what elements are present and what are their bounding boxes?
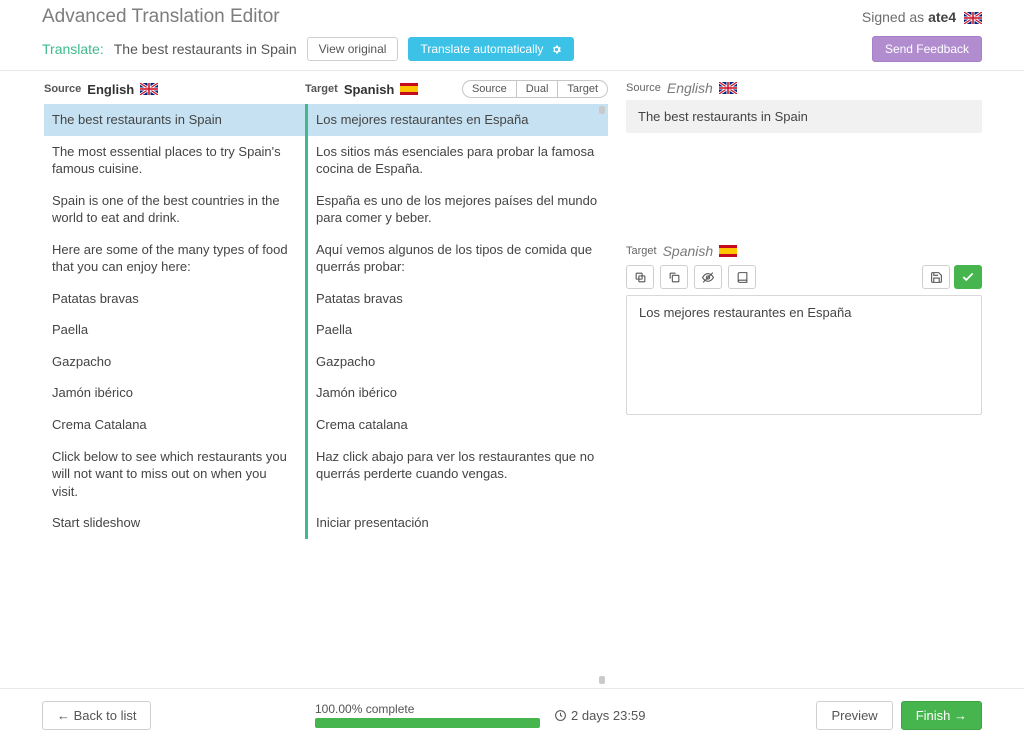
segment-row[interactable]: Start slideshowIniciar presentación [44, 507, 608, 539]
segment-target: España es uno de los mejores países del … [308, 185, 608, 234]
segment-source: Spain is one of the best countries in th… [44, 185, 305, 234]
detail-target-lang: Spanish [663, 243, 714, 259]
view-mode-source[interactable]: Source [463, 81, 516, 97]
segment-row[interactable]: GazpachoGazpacho [44, 346, 608, 378]
view-original-button[interactable]: View original [307, 37, 399, 61]
glossary-button[interactable] [728, 265, 756, 289]
accept-button[interactable] [954, 265, 982, 289]
segment-target: Crema catalana [308, 409, 608, 441]
source-label: Source [44, 83, 81, 95]
save-button[interactable] [922, 265, 950, 289]
target-translation-input[interactable] [626, 295, 982, 415]
segment-target: Patatas bravas [308, 283, 608, 315]
send-feedback-button[interactable]: Send Feedback [872, 36, 982, 62]
flag-spain-icon [719, 245, 737, 257]
segment-row[interactable]: Click below to see which restaurants you… [44, 441, 608, 508]
segment-target: Iniciar presentación [308, 507, 608, 539]
finish-button[interactable]: Finish → [901, 701, 982, 730]
segment-target: Los mejores restaurantes en España [308, 104, 608, 136]
segment-source: Jamón ibérico [44, 377, 305, 409]
progress-text: 100.00% complete [315, 702, 540, 716]
segment-source: Click below to see which restaurants you… [44, 441, 305, 508]
flag-uk-icon [719, 82, 737, 94]
deadline: 2 days 23:59 [554, 708, 645, 723]
segment-source: Here are some of the many types of food … [44, 234, 305, 283]
segment-source: Paella [44, 314, 305, 346]
flag-spain-icon [400, 83, 418, 95]
segment-source: The best restaurants in Spain [44, 104, 305, 136]
segment-source: Patatas bravas [44, 283, 305, 315]
segment-row[interactable]: The best restaurants in SpainLos mejores… [44, 104, 608, 136]
view-mode-target[interactable]: Target [557, 81, 607, 97]
segment-row[interactable]: PaellaPaella [44, 314, 608, 346]
segment-target: Gazpacho [308, 346, 608, 378]
detail-source-label: Source [626, 82, 661, 94]
segment-source: Gazpacho [44, 346, 305, 378]
target-lang: Spanish [344, 82, 395, 97]
clock-icon [554, 709, 567, 722]
preview-button[interactable]: Preview [816, 701, 892, 730]
view-mode-toggle[interactable]: Source Dual Target [462, 80, 608, 98]
target-label: Target [305, 83, 338, 95]
segment-row[interactable]: Crema CatalanaCrema catalana [44, 409, 608, 441]
segment-row[interactable]: Patatas bravasPatatas bravas [44, 283, 608, 315]
segment-source: Start slideshow [44, 507, 305, 539]
detail-source-lang: English [667, 80, 713, 96]
user-flag-icon [964, 12, 982, 24]
segment-row[interactable]: Jamón ibéricoJamón ibérico [44, 377, 608, 409]
translate-automatically-button[interactable]: Translate automatically [408, 37, 574, 61]
segment-source: The most essential places to try Spain's… [44, 136, 305, 185]
segment-target: Los sitios más esenciales para probar la… [308, 136, 608, 185]
source-lang: English [87, 82, 134, 97]
view-mode-dual[interactable]: Dual [516, 81, 558, 97]
segment-target: Haz click abajo para ver los restaurante… [308, 441, 608, 508]
segment-row[interactable]: Here are some of the many types of food … [44, 234, 608, 283]
segment-target: Paella [308, 314, 608, 346]
scrollbar[interactable] [598, 106, 608, 684]
flag-uk-icon [140, 83, 158, 95]
back-to-list-button[interactable]: ← Back to list [42, 701, 151, 730]
segment-source: Crema Catalana [44, 409, 305, 441]
detail-target-label: Target [626, 245, 657, 257]
translate-label: Translate: [42, 41, 104, 57]
gear-icon [551, 44, 562, 55]
detail-source-text: The best restaurants in Spain [626, 100, 982, 133]
hide-show-button[interactable] [694, 265, 722, 289]
segment-target: Aquí vemos algunos de los tipos de comid… [308, 234, 608, 283]
copy-source-button[interactable] [626, 265, 654, 289]
app-title: Advanced Translation Editor [42, 6, 280, 28]
copy-translation-button[interactable] [660, 265, 688, 289]
signed-as: Signed as ate4 [862, 9, 982, 25]
segment-row[interactable]: The most essential places to try Spain's… [44, 136, 608, 185]
document-title: The best restaurants in Spain [114, 41, 297, 57]
segment-target: Jamón ibérico [308, 377, 608, 409]
progress-bar [315, 718, 540, 728]
segment-row[interactable]: Spain is one of the best countries in th… [44, 185, 608, 234]
